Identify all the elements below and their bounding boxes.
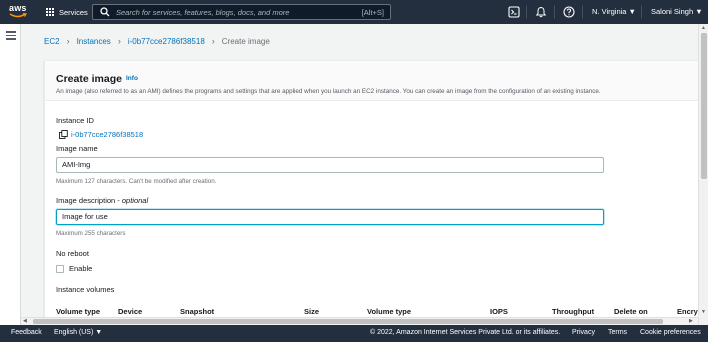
copy-icon[interactable] bbox=[59, 130, 68, 139]
language-selector[interactable]: English (US) ▼ bbox=[54, 329, 102, 336]
column-header: Snapshot bbox=[180, 307, 215, 316]
image-description-label: Image description - optional bbox=[56, 196, 148, 205]
optional-text: optional bbox=[121, 196, 149, 205]
image-name-label: Image name bbox=[56, 144, 98, 153]
scroll-right-icon[interactable]: ▶ bbox=[689, 318, 693, 324]
feedback-link[interactable]: Feedback bbox=[11, 329, 42, 336]
search-placeholder: Search for services, features, blogs, do… bbox=[116, 7, 290, 17]
breadcrumb-ec2[interactable]: EC2 bbox=[44, 37, 60, 46]
image-description-hint: Maximum 255 characters bbox=[56, 230, 126, 237]
create-image-panel: Create image Info An image (also referre… bbox=[44, 60, 699, 325]
column-header: Device bbox=[118, 307, 143, 316]
nav-divider bbox=[526, 5, 527, 19]
top-navigation: aws Services Search for services, featur… bbox=[0, 0, 708, 24]
enable-checkbox[interactable] bbox=[56, 265, 64, 273]
scrollbar-thumb[interactable] bbox=[701, 33, 707, 179]
cookie-preferences-link[interactable]: Cookie preferences bbox=[640, 329, 701, 336]
instance-volumes-label: Instance volumes bbox=[56, 285, 115, 294]
image-name-input[interactable]: AMI-Img bbox=[56, 157, 604, 173]
column-header: Delete on bbox=[614, 307, 648, 316]
cloudshell-icon[interactable] bbox=[508, 6, 520, 18]
column-header: Encry bbox=[677, 307, 698, 316]
nav-divider bbox=[582, 5, 583, 19]
help-icon[interactable] bbox=[563, 6, 575, 18]
horizontal-scrollbar[interactable]: ◀ ▶ bbox=[21, 317, 698, 325]
column-header: Volume type bbox=[56, 307, 101, 316]
services-label: Services bbox=[59, 7, 88, 17]
breadcrumb-current: Create image bbox=[221, 36, 270, 46]
instance-id-link[interactable]: i-0b77cce2786f38518 bbox=[59, 130, 143, 139]
chevron-right-icon: › bbox=[211, 36, 215, 46]
account-menu[interactable]: Saloni Singh ▼ bbox=[651, 7, 703, 16]
chevron-right-icon: › bbox=[66, 36, 70, 46]
instance-id-label: Instance ID bbox=[56, 116, 94, 125]
bell-icon[interactable] bbox=[535, 6, 547, 18]
grid-icon bbox=[46, 7, 55, 17]
enable-label[interactable]: Enable bbox=[69, 264, 92, 273]
scroll-down-icon[interactable]: ▼ bbox=[701, 309, 706, 315]
column-header: IOPS bbox=[490, 307, 508, 316]
scroll-left-icon[interactable]: ◀ bbox=[23, 318, 27, 324]
privacy-link[interactable]: Privacy bbox=[572, 329, 595, 336]
page-description: An image (also referred to as an AMI) de… bbox=[56, 88, 601, 95]
info-link[interactable]: Info bbox=[126, 75, 138, 82]
chevron-right-icon: › bbox=[117, 36, 121, 46]
breadcrumb-instance-id[interactable]: i-0b77cce2786f38518 bbox=[128, 37, 205, 46]
scrollbar-thumb[interactable] bbox=[33, 319, 663, 324]
breadcrumb-instances[interactable]: Instances bbox=[77, 37, 111, 46]
footer: Feedback English (US) ▼ © 2022, Amazon I… bbox=[0, 325, 708, 342]
no-reboot-label: No reboot bbox=[56, 249, 89, 258]
scroll-up-icon[interactable]: ▲ bbox=[701, 25, 706, 31]
page-title: Create image bbox=[56, 73, 122, 85]
services-menu[interactable]: Services bbox=[46, 6, 88, 18]
image-description-label-text: Image description - bbox=[56, 196, 122, 205]
instance-id-value[interactable]: i-0b77cce2786f38518 bbox=[71, 130, 143, 139]
column-header: Throughput bbox=[552, 307, 595, 316]
nav-divider bbox=[554, 5, 555, 19]
side-navigation-rail bbox=[0, 24, 21, 325]
image-description-input[interactable]: Image for use bbox=[56, 209, 604, 225]
image-name-hint: Maximum 127 characters. Can't be modifie… bbox=[56, 178, 217, 185]
search-shortcut: [Alt+S] bbox=[361, 7, 384, 17]
aws-logo[interactable]: aws bbox=[7, 3, 35, 21]
breadcrumb: EC2 › Instances › i-0b77cce2786f38518 › … bbox=[44, 36, 270, 46]
search-icon bbox=[100, 7, 110, 17]
vertical-scrollbar[interactable]: ▲ ▼ bbox=[698, 24, 708, 325]
aws-logo-text: aws bbox=[9, 3, 27, 13]
search-input[interactable]: Search for services, features, blogs, do… bbox=[92, 4, 391, 20]
panel-header: Create image Info An image (also referre… bbox=[45, 61, 698, 101]
region-selector[interactable]: N. Virginia ▼ bbox=[592, 7, 636, 16]
aws-smile-icon bbox=[9, 13, 27, 18]
column-header: Volume type bbox=[367, 307, 412, 316]
copyright-text: © 2022, Amazon Internet Services Private… bbox=[370, 329, 561, 336]
terms-link[interactable]: Terms bbox=[608, 329, 627, 336]
menu-icon[interactable] bbox=[6, 31, 16, 40]
nav-divider bbox=[641, 5, 642, 19]
column-header: Size bbox=[304, 307, 320, 316]
